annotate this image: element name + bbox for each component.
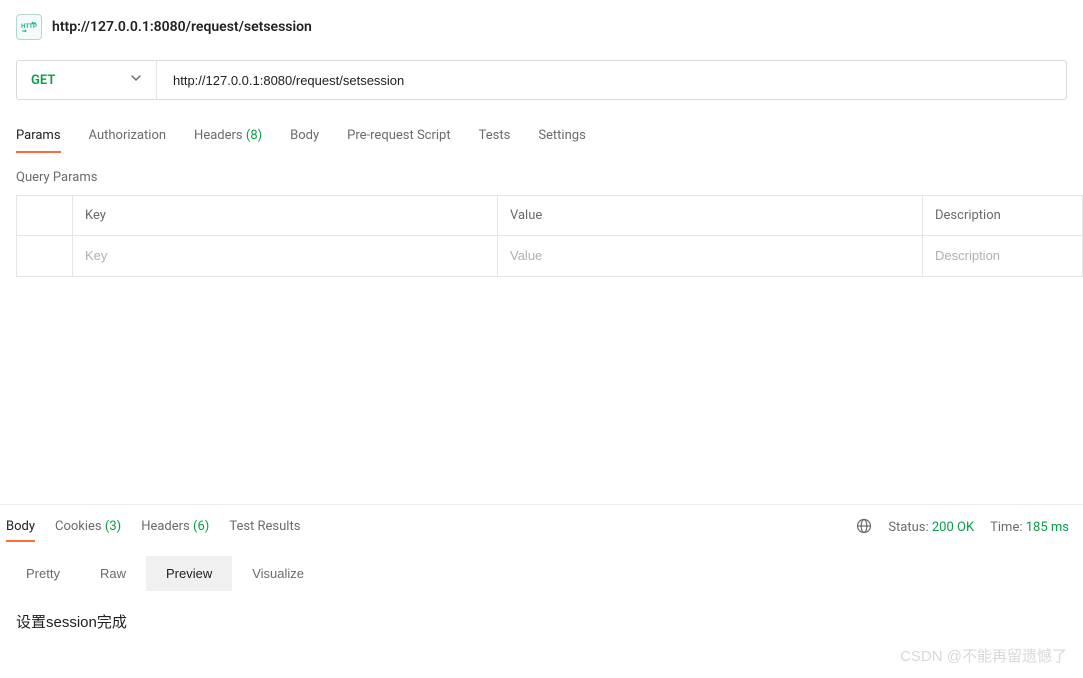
table-row bbox=[17, 236, 1083, 277]
request-title: http://127.0.0.1:8080/request/setsession bbox=[52, 19, 312, 35]
view-tab-raw[interactable]: Raw bbox=[80, 556, 146, 591]
response-section: Body Cookies (3) Headers (6) Test Result… bbox=[0, 504, 1083, 652]
response-tab-body[interactable]: Body bbox=[6, 513, 35, 542]
time-value: 185 ms bbox=[1026, 520, 1069, 535]
param-value-input[interactable] bbox=[510, 248, 910, 263]
method-dropdown[interactable]: GET bbox=[17, 61, 157, 99]
request-tabs: Params Authorization Headers (8) Body Pr… bbox=[0, 120, 1083, 154]
tab-prerequest[interactable]: Pre-request Script bbox=[347, 120, 450, 153]
tab-authorization[interactable]: Authorization bbox=[89, 120, 167, 153]
params-table: Key Value Description bbox=[16, 195, 1083, 277]
param-description-input[interactable] bbox=[935, 248, 1070, 263]
column-description: Description bbox=[923, 196, 1083, 236]
response-tab-headers[interactable]: Headers (6) bbox=[141, 513, 209, 542]
tab-tests[interactable]: Tests bbox=[479, 120, 511, 153]
tab-headers-label: Headers bbox=[194, 128, 243, 143]
view-tab-pretty[interactable]: Pretty bbox=[6, 556, 80, 591]
response-tabs-row: Body Cookies (3) Headers (6) Test Result… bbox=[0, 513, 1083, 542]
tab-settings[interactable]: Settings bbox=[538, 120, 585, 153]
time-group: Time: 185 ms bbox=[990, 520, 1069, 535]
svg-text:HTTP: HTTP bbox=[21, 24, 37, 30]
globe-icon[interactable] bbox=[856, 518, 872, 538]
status-label: Status: bbox=[888, 520, 928, 535]
tab-headers[interactable]: Headers (8) bbox=[194, 120, 262, 153]
tab-headers-count: (8) bbox=[246, 128, 262, 143]
view-tabs: Pretty Raw Preview Visualize bbox=[6, 556, 1077, 591]
response-tabs: Body Cookies (3) Headers (6) Test Result… bbox=[6, 513, 300, 542]
tab-params[interactable]: Params bbox=[16, 120, 61, 153]
request-bar: GET bbox=[16, 60, 1067, 100]
column-checkbox bbox=[17, 196, 73, 236]
param-key-input[interactable] bbox=[85, 248, 485, 263]
cookies-count: (3) bbox=[105, 519, 121, 534]
view-tab-preview[interactable]: Preview bbox=[146, 556, 232, 591]
view-tab-visualize[interactable]: Visualize bbox=[232, 556, 324, 591]
row-checkbox-cell[interactable] bbox=[17, 236, 73, 277]
response-tab-cookies[interactable]: Cookies (3) bbox=[55, 513, 121, 542]
column-key: Key bbox=[73, 196, 498, 236]
response-headers-count: (6) bbox=[193, 519, 209, 534]
time-label: Time: bbox=[990, 520, 1022, 535]
method-label: GET bbox=[31, 73, 55, 88]
tab-body[interactable]: Body bbox=[290, 120, 319, 153]
status-bar: Status: 200 OK Time: 185 ms bbox=[856, 518, 1069, 538]
http-icon: HTTP bbox=[16, 14, 42, 40]
url-input[interactable] bbox=[157, 61, 1066, 99]
preview-content: 设置session完成 bbox=[0, 591, 1083, 652]
query-params-label: Query Params bbox=[0, 154, 1083, 195]
cookies-label: Cookies bbox=[55, 519, 102, 534]
response-headers-label: Headers bbox=[141, 519, 190, 534]
status-value: 200 OK bbox=[932, 520, 974, 535]
column-value: Value bbox=[498, 196, 923, 236]
status-group: Status: 200 OK bbox=[888, 520, 974, 535]
response-tab-test-results[interactable]: Test Results bbox=[229, 513, 300, 542]
chevron-down-icon bbox=[130, 72, 142, 88]
table-header-row: Key Value Description bbox=[17, 196, 1083, 236]
request-header: HTTP http://127.0.0.1:8080/request/setse… bbox=[0, 0, 1083, 50]
